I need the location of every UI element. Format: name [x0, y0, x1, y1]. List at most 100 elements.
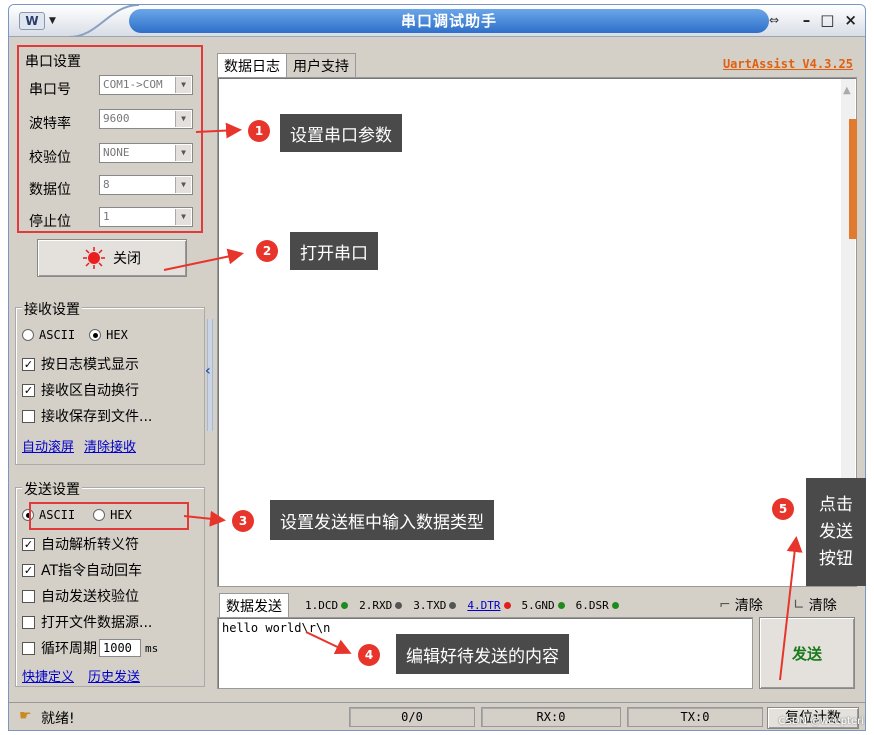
receive-option-wrap[interactable]: ✓ 接收区自动换行 [22, 380, 139, 400]
receive-ascii-radio[interactable] [22, 329, 34, 341]
annotation-badge-4: 4 [358, 644, 380, 666]
annotation-callout-1: 设置串口参数 [280, 114, 402, 152]
tab-user-support[interactable]: 用户支持 [287, 53, 356, 78]
send-option-cycle: 循环周期 1000 ms [22, 638, 158, 658]
eraser-icon: ∟ [793, 597, 805, 613]
signal-gnd: 5.GND [522, 599, 565, 612]
receive-hex-label: HEX [106, 328, 128, 342]
annotation-callout-5: 点击 发送 按钮 [806, 478, 866, 586]
maximize-button[interactable]: □ [820, 11, 834, 29]
annotation-5-line-1: 点击 [819, 494, 853, 515]
cycle-label: 循环周期 [41, 641, 97, 657]
annotation-callout-2: 打开串口 [290, 232, 378, 270]
cycle-input[interactable]: 1000 [99, 639, 141, 657]
send-button-label: 发送 [791, 644, 822, 663]
checkbox[interactable]: ✓ [22, 357, 35, 371]
receive-option-save[interactable]: 接收保存到文件... [22, 406, 152, 426]
open-close-port-button[interactable]: 关闭 [37, 239, 187, 277]
send-option-escape[interactable]: ✓ 自动解析转义符 [22, 534, 139, 554]
receive-option-wrap-label: 接收区自动换行 [41, 383, 139, 399]
collapse-arrow-icon[interactable]: ‹ [205, 363, 211, 379]
send-tab[interactable]: 数据发送 [219, 593, 289, 618]
checkbox[interactable] [22, 589, 35, 603]
receive-settings-title: 接收设置 [22, 299, 82, 319]
minimize-button[interactable]: – [803, 11, 811, 29]
receive-links: 自动滚屏 清除接收 [22, 436, 136, 455]
tab-bar: 数据日志 用户支持 [217, 53, 356, 78]
send-option-checksum[interactable]: 自动发送校验位 [22, 586, 139, 606]
title-bar: W ▼ 串口调试助手 ⇔ – □ × [9, 5, 865, 37]
signal-dcd-label: 1.DCD [305, 599, 339, 612]
send-option-at[interactable]: ✓ AT指令自动回车 [22, 560, 142, 580]
signal-dtr-dot [503, 602, 511, 609]
annotation-badge-1: 1 [248, 120, 270, 142]
app-logo-icon: W [19, 12, 45, 30]
receive-option-log[interactable]: ✓ 按日志模式显示 [22, 354, 139, 374]
checkbox[interactable]: ✓ [22, 383, 35, 397]
signal-dsr-label: 6.DSR [575, 599, 609, 612]
signal-rxd-label: 2.RXD [359, 599, 393, 612]
shortcut-define-link[interactable]: 快捷定义 [22, 666, 74, 685]
receive-ascii-label: ASCII [39, 328, 76, 342]
receive-mode-row: ASCII HEX [22, 328, 128, 342]
signal-dtr-label[interactable]: 4.DTR [467, 599, 500, 612]
broom-icon: ⌐ [719, 597, 731, 613]
send-input-value: hello world\r\n [222, 621, 331, 635]
signal-lights: 1.DCD 2.RXD 3.TXD 4.DTR 5.GND 6.DSR [305, 599, 619, 612]
scroll-thumb[interactable] [849, 119, 857, 239]
status-tx: TX:0 [627, 707, 763, 727]
annotation-callout-4: 编辑好待发送的内容 [396, 634, 569, 674]
history-send-link[interactable]: 历史发送 [88, 666, 140, 685]
send-option-at-label: AT指令自动回车 [41, 563, 143, 579]
checkbox[interactable] [22, 615, 35, 629]
open-close-label: 关闭 [113, 251, 141, 267]
signal-gnd-dot [557, 602, 565, 609]
send-links: 快捷定义 历史发送 [22, 666, 140, 685]
signal-dcd: 1.DCD [305, 599, 349, 612]
highlight-serial-settings [17, 45, 203, 233]
clear-2-label: 清除 [808, 598, 837, 614]
send-settings-title: 发送设置 [22, 479, 82, 499]
signal-rxd-dot [395, 602, 403, 609]
annotation-5-line-3: 按钮 [819, 548, 853, 569]
status-count: 0/0 [349, 707, 475, 727]
signal-txd-label: 3.TXD [413, 599, 447, 612]
annotation-badge-3: 3 [232, 510, 254, 532]
port-status-led-icon [83, 247, 105, 269]
signal-dsr: 6.DSR [576, 599, 619, 612]
tab-data-log[interactable]: 数据日志 [217, 53, 287, 78]
send-option-file[interactable]: 打开文件数据源... [22, 612, 152, 632]
signal-dcd-dot [341, 602, 349, 609]
checkbox[interactable] [22, 641, 35, 655]
signal-dsr-dot [611, 602, 619, 609]
send-option-checksum-label: 自动发送校验位 [41, 589, 139, 605]
send-option-escape-label: 自动解析转义符 [41, 537, 139, 553]
annotation-badge-2: 2 [256, 240, 278, 262]
annotation-badge-5: 5 [772, 498, 794, 520]
receive-option-log-label: 按日志模式显示 [41, 357, 139, 373]
signal-txd-dot [449, 602, 457, 609]
close-window-button[interactable]: × [844, 11, 857, 29]
signal-dtr[interactable]: 4.DTR [467, 599, 511, 612]
pin-icon[interactable]: ⇔ [769, 13, 779, 27]
window-title: 串口调试助手 [400, 12, 497, 30]
send-button[interactable]: 发送 [759, 617, 855, 689]
highlight-send-mode [29, 502, 189, 530]
version-label: UartAssist V4.3.25 [722, 57, 853, 71]
auto-scroll-link[interactable]: 自动滚屏 [22, 436, 74, 455]
signal-txd: 3.TXD [413, 599, 457, 612]
annotation-callout-3: 设置发送框中输入数据类型 [270, 500, 494, 540]
receive-option-save-label: 接收保存到文件... [41, 409, 153, 425]
clear-receive-button[interactable]: ⌐ 清除 [719, 595, 763, 615]
receive-hex-radio[interactable] [89, 329, 102, 341]
checkbox[interactable] [22, 409, 35, 423]
checkbox[interactable]: ✓ [22, 563, 35, 577]
scroll-up-icon[interactable]: ▲ [843, 85, 851, 96]
checkbox[interactable]: ✓ [22, 537, 35, 551]
send-option-file-label: 打开文件数据源... [41, 615, 153, 631]
cycle-unit: ms [145, 641, 159, 655]
menu-chevron-down-icon: ▼ [49, 16, 56, 26]
clear-receive-link[interactable]: 清除接收 [84, 436, 136, 455]
status-bar: ☛ 就绪! 0/0 RX:0 TX:0 复位计数 [9, 702, 865, 730]
clear-send-button[interactable]: ∟ 清除 [793, 595, 837, 615]
